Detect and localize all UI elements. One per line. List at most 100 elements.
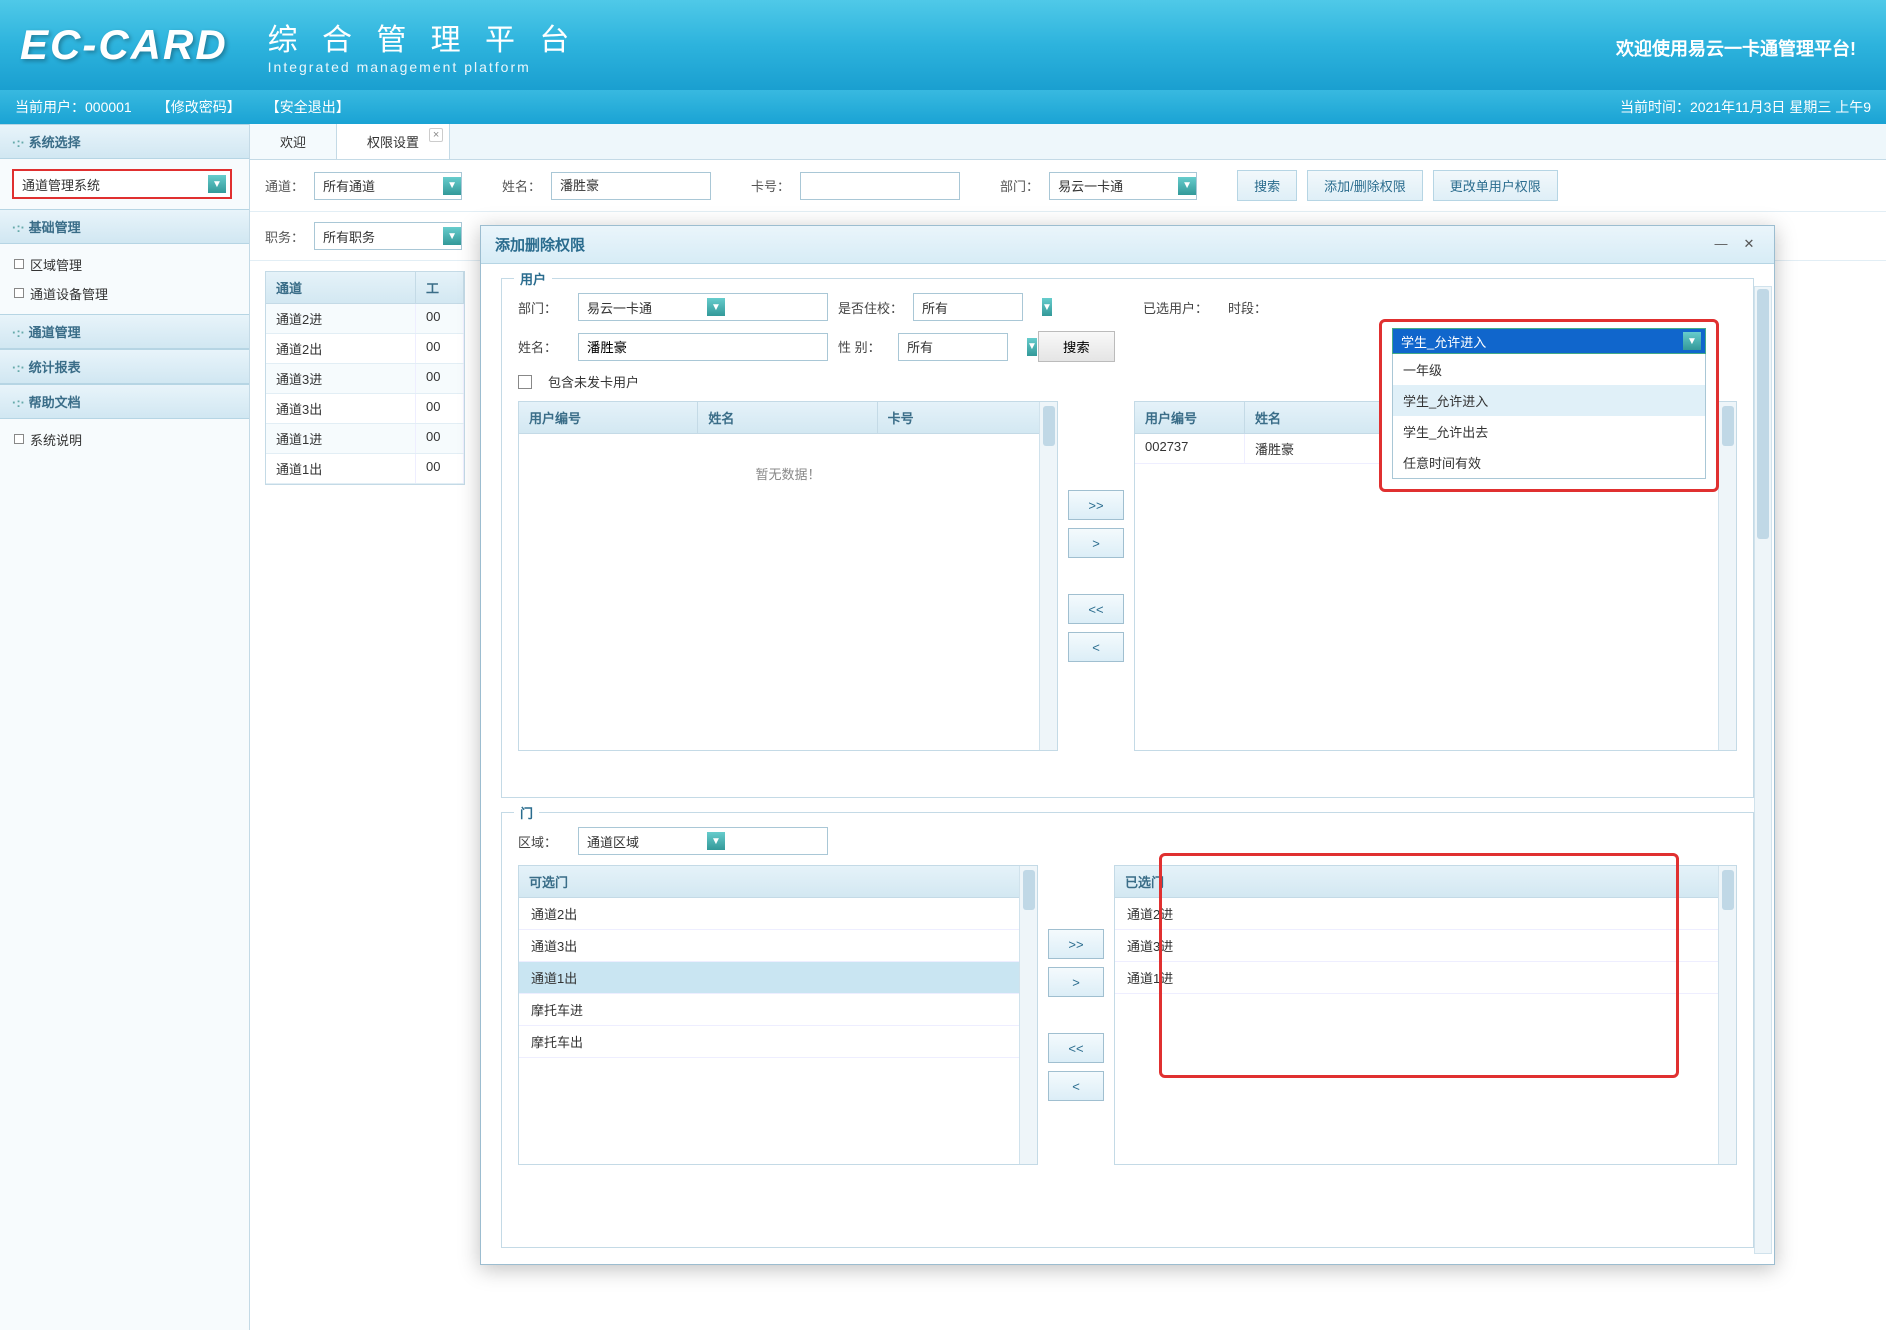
search-button[interactable]: 搜索 — [1038, 331, 1115, 362]
move-all-right-button[interactable]: >> — [1068, 490, 1124, 520]
add-remove-perm-button-bg[interactable]: 添加/删除权限 — [1307, 170, 1423, 201]
dialog-scrollbar[interactable] — [1754, 286, 1772, 1254]
time-option[interactable]: 任意时间有效 — [1393, 447, 1705, 478]
current-user-label: 当前用户：000001 — [15, 97, 132, 117]
sidebar-item-device-mgmt[interactable]: 通道设备管理 — [0, 279, 249, 308]
time-option[interactable]: 学生_允许进入 — [1393, 385, 1705, 416]
move-left-button[interactable]: < — [1048, 1071, 1104, 1101]
search-button-bg[interactable]: 搜索 — [1237, 170, 1297, 201]
sidebar-section-channel[interactable]: 通道管理 — [0, 314, 249, 349]
sidebar-section-help[interactable]: 帮助文档 — [0, 384, 249, 419]
move-all-right-button[interactable]: >> — [1048, 929, 1104, 959]
move-all-left-button[interactable]: << — [1048, 1033, 1104, 1063]
col-channel: 通道 — [266, 272, 416, 303]
table-row[interactable]: 通道1出00 — [266, 454, 464, 484]
user-transfer-buttons: >> > << < — [1068, 401, 1124, 751]
dept-label: 部门： — [1000, 176, 1039, 195]
time-option[interactable]: 一年级 — [1393, 354, 1705, 385]
table-row[interactable]: 通道2进00 — [266, 304, 464, 334]
col-user-id: 用户编号 — [519, 402, 698, 433]
time-period-value: 学生_允许进入 — [1401, 332, 1486, 351]
table-row[interactable]: 通道2出00 — [266, 334, 464, 364]
add-remove-permission-dialog: 添加删除权限 — ✕ 用户 部门： 易云一卡通 ▼ 是否住校： 所有 ▼ 已选用… — [480, 225, 1775, 1265]
sidebar: 系统选择 通道管理系统 ▼ 基础管理 区域管理 通道设备管理 通道管理 统计报表… — [0, 124, 250, 1330]
area-label: 区域： — [518, 832, 568, 851]
time-period-highlight-box: 学生_允许进入 ▼ 一年级 学生_允许进入 学生_允许出去 任意时间有效 — [1379, 319, 1719, 492]
boarding-select[interactable]: 所有 ▼ — [913, 293, 1023, 321]
chevron-down-icon: ▼ — [208, 175, 226, 193]
chevron-down-icon: ▼ — [707, 832, 725, 850]
door-legend: 门 — [514, 803, 539, 822]
change-password-link[interactable]: 【修改密码】 — [157, 97, 241, 117]
name-label: 姓名： — [502, 176, 541, 195]
chevron-down-icon: ▼ — [1027, 338, 1037, 356]
empty-data: 暂无数据！ — [519, 434, 1057, 513]
close-icon[interactable]: ✕ — [1738, 236, 1760, 254]
sidebar-section-system-select: 系统选择 — [0, 124, 249, 159]
job-select[interactable]: 所有职务 ▼ — [314, 222, 462, 250]
sidebar-section-basic[interactable]: 基础管理 — [0, 209, 249, 244]
tabs: 欢迎 权限设置 × — [250, 124, 1886, 160]
chevron-down-icon: ▼ — [1683, 332, 1701, 350]
sidebar-item-area-mgmt[interactable]: 区域管理 — [0, 250, 249, 279]
door-item[interactable]: 通道1出 — [519, 962, 1037, 994]
tab-welcome[interactable]: 欢迎 — [250, 124, 337, 159]
time-period-options: 一年级 学生_允许进入 学生_允许出去 任意时间有效 — [1392, 354, 1706, 479]
dept-label: 部门： — [518, 298, 568, 317]
channel-label: 通道： — [265, 176, 304, 195]
name-input[interactable] — [578, 333, 828, 361]
gender-select[interactable]: 所有 ▼ — [898, 333, 1008, 361]
scrollbar[interactable] — [1019, 866, 1037, 1164]
chevron-down-icon: ▼ — [1042, 298, 1052, 316]
time-option[interactable]: 学生_允许出去 — [1393, 416, 1705, 447]
app-header: EC-CARD 综 合 管 理 平 台 Integrated managemen… — [0, 0, 1886, 90]
include-unissued-label: 包含未发卡用户 — [548, 372, 639, 391]
filter-toolbar-row1: 通道： 所有通道 ▼ 姓名： 潘胜豪 卡号： 部门： 易云一卡通 ▼ 搜索 添加… — [250, 160, 1886, 212]
dept-select-bg[interactable]: 易云一卡通 ▼ — [1049, 172, 1197, 200]
table-row[interactable]: 通道3进00 — [266, 364, 464, 394]
job-label: 职务： — [265, 227, 304, 246]
system-select-value: 通道管理系统 — [22, 175, 100, 194]
chevron-down-icon: ▼ — [443, 227, 461, 245]
move-right-button[interactable]: > — [1068, 528, 1124, 558]
door-item[interactable]: 通道2出 — [519, 898, 1037, 930]
selected-user-label: 已选用户： — [1143, 298, 1208, 317]
sidebar-section-stats[interactable]: 统计报表 — [0, 349, 249, 384]
door-item[interactable]: 通道3出 — [519, 930, 1037, 962]
table-row[interactable]: 通道3出00 — [266, 394, 464, 424]
scrollbar[interactable] — [1718, 866, 1736, 1164]
minimize-icon[interactable]: — — [1710, 236, 1732, 254]
dept-select[interactable]: 易云一卡通 ▼ — [578, 293, 828, 321]
change-single-perm-button-bg[interactable]: 更改单用户权限 — [1433, 170, 1558, 201]
tab-permissions[interactable]: 权限设置 × — [337, 124, 450, 159]
chevron-down-icon: ▼ — [707, 298, 725, 316]
door-fieldset: 门 区域： 通道区域 ▼ 可选门 通道2出 通道3出 通道1出 摩托车进 摩托车… — [501, 812, 1754, 1248]
dialog-title: 添加删除权限 — [495, 234, 1704, 255]
door-transfer-buttons: >> > << < — [1048, 865, 1104, 1165]
name-input-bg[interactable]: 潘胜豪 — [551, 172, 711, 200]
logout-link[interactable]: 【安全退出】 — [266, 97, 350, 117]
cardno-input-bg[interactable] — [800, 172, 960, 200]
name-label: 姓名： — [518, 337, 568, 356]
close-icon[interactable]: × — [429, 128, 443, 142]
door-item[interactable]: 摩托车进 — [519, 994, 1037, 1026]
col-ws: 工 — [416, 272, 464, 303]
sidebar-item-sys-help[interactable]: 系统说明 — [0, 425, 249, 454]
scrollbar[interactable] — [1039, 402, 1057, 750]
move-right-button[interactable]: > — [1048, 967, 1104, 997]
time-period-select[interactable]: 学生_允许进入 ▼ — [1392, 328, 1706, 354]
boarding-label: 是否住校： — [838, 298, 903, 317]
channel-select[interactable]: 所有通道 ▼ — [314, 172, 462, 200]
scrollbar[interactable] — [1718, 402, 1736, 750]
include-unissued-checkbox[interactable] — [518, 375, 532, 389]
platform-title: 综 合 管 理 平 台 Integrated management platfo… — [268, 15, 578, 75]
move-left-button[interactable]: < — [1068, 632, 1124, 662]
dialog-titlebar[interactable]: 添加删除权限 — ✕ — [481, 226, 1774, 264]
move-all-left-button[interactable]: << — [1068, 594, 1124, 624]
area-select[interactable]: 通道区域 ▼ — [578, 827, 828, 855]
table-row[interactable]: 通道1进00 — [266, 424, 464, 454]
door-item[interactable]: 摩托车出 — [519, 1026, 1037, 1058]
system-select[interactable]: 通道管理系统 ▼ — [12, 169, 232, 199]
chevron-down-icon: ▼ — [443, 177, 461, 195]
user-fieldset: 用户 部门： 易云一卡通 ▼ 是否住校： 所有 ▼ 已选用户： 时段： 姓名： … — [501, 278, 1754, 798]
